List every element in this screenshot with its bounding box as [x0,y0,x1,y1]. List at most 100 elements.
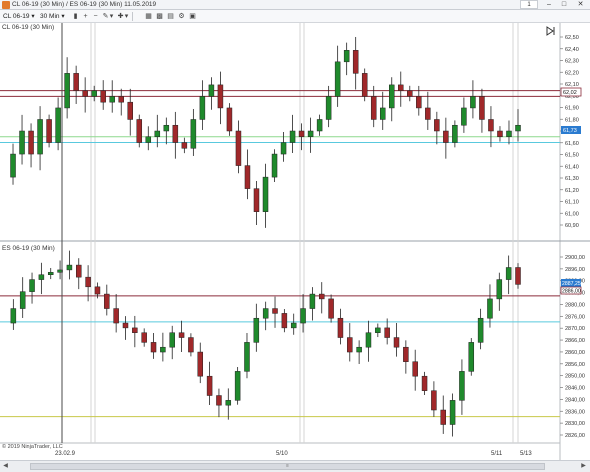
candle-up [208,84,215,97]
candle-up [10,308,17,324]
minimize-icon: – [547,1,551,8]
scrollbar-thumb[interactable]: ≡ [30,463,545,470]
candle-up [505,267,512,280]
candle-down [479,96,485,120]
scroll-left-button[interactable]: ◀ [1,462,10,471]
candle-up [379,107,386,120]
candle-down [28,130,34,155]
cl-price-tag-maroon: 62,02 [560,87,582,97]
chevron-down-icon: ▾ [124,13,129,20]
arrow-left-icon: ◀ [3,463,8,469]
candle-down [178,332,185,338]
x-axis-label: 5/11 [491,451,503,457]
price-tick-label: 61,20 [565,188,579,194]
price-tick-label: 2900,00 [565,255,585,261]
candle-down [370,96,377,120]
candle-up [19,130,25,155]
candle-down [272,308,278,314]
instrument-selector[interactable]: CL 06-19 ▾ [3,12,35,21]
price-tick-label: 62,40 [565,47,579,53]
drawing-tool-dropdown[interactable]: ▾ [109,12,114,21]
candle-down [94,286,101,295]
candle-down [515,267,521,285]
properties-icon: ⚙ [178,13,185,20]
candle-up [449,400,456,425]
price-tick-label: 2880,00 [565,302,585,308]
price-tag-label: 2886,00 [562,289,581,295]
collapse-panel-button[interactable] [544,25,556,36]
price-tick-label: 2850,00 [565,374,585,380]
candle-down [82,90,88,97]
indicators-button[interactable]: ▦ [144,12,153,21]
crosshair-dropdown[interactable]: ▾ [124,12,129,21]
candle-down [217,84,224,109]
strategies-button[interactable]: ▩ [155,12,164,21]
candle-down [197,351,204,377]
price-tick-label: 62,20 [565,70,579,76]
candle-down [150,342,157,353]
horizontal-scrollbar[interactable]: ◀ ≡ ▶ [0,460,590,472]
zoom-out-button[interactable]: − [91,12,100,21]
chart-area[interactable]: CL 06-19 (30 Min) ES 06-19 (30 Min) 62,5… [0,23,590,460]
minimize-button[interactable]: – [542,0,556,9]
candle-up [154,130,161,138]
interval-selector[interactable]: 30 Min ▾ [40,12,65,21]
candle-up [244,342,250,372]
candle-down [384,327,390,338]
indicators-icon: ▦ [145,13,152,20]
x-axis-label: 23.02.9 [55,451,76,457]
properties-button[interactable]: ⚙ [177,12,186,21]
candle-up [29,279,35,292]
candle-up [271,153,278,178]
candle-down [226,107,233,132]
zoom-in-button[interactable]: + [81,12,90,21]
price-tick-label: 61,90 [565,106,579,112]
chevron-down-icon: ▾ [31,13,35,20]
scroll-right-button[interactable]: ▶ [579,462,588,471]
candle-up [38,274,45,280]
candle-up [325,96,332,120]
candle-up [356,346,362,353]
price-tick-label: 2846,00 [565,386,585,392]
window-title: CL 06-19 (30 Min) / ES 06-19 (30 Min) 11… [12,1,157,8]
price-tick-label: 61,40 [565,164,579,170]
candle-up [375,327,381,333]
price-tag-label: 2887,25 [562,281,581,287]
candle-down [253,188,260,212]
candle-down [337,317,344,338]
templates-button[interactable]: ▤ [166,12,175,21]
candle-down [421,375,428,391]
candle-up [55,107,61,143]
close-button[interactable]: ✕ [573,0,588,9]
candle-up [300,308,306,324]
candle-up [190,119,197,149]
price-tick-label: 60,90 [565,223,579,229]
candle-down [281,313,288,329]
arrow-right-icon: ▶ [581,463,586,469]
candle-up [289,130,296,143]
page-number-box[interactable]: 1 [520,0,538,9]
maximize-button[interactable]: □ [557,0,571,9]
candle-down [361,73,368,97]
candle-up [389,84,395,109]
bar-type-button[interactable]: ▮ [71,12,80,21]
candle-down [132,327,138,333]
candle-up [470,96,476,109]
chart-trader-button[interactable]: ▣ [188,12,197,21]
price-tick-label: 2836,00 [565,409,585,415]
candle-up [487,298,493,319]
candle-down [434,119,440,132]
candle-down [73,73,79,91]
close-icon: ✕ [577,1,584,8]
bar-chart-icon: ▮ [73,13,78,20]
price-tick-label: 2876,00 [565,314,585,320]
interval-label: 30 Min [40,13,60,20]
price-tick-label: 2870,00 [565,326,585,332]
candle-down [85,276,91,288]
candle-up [461,107,467,126]
candle-down [431,390,437,411]
candle-up [343,50,350,63]
candle-down [407,90,413,97]
candle-up [468,342,475,372]
candle-up [37,119,43,155]
